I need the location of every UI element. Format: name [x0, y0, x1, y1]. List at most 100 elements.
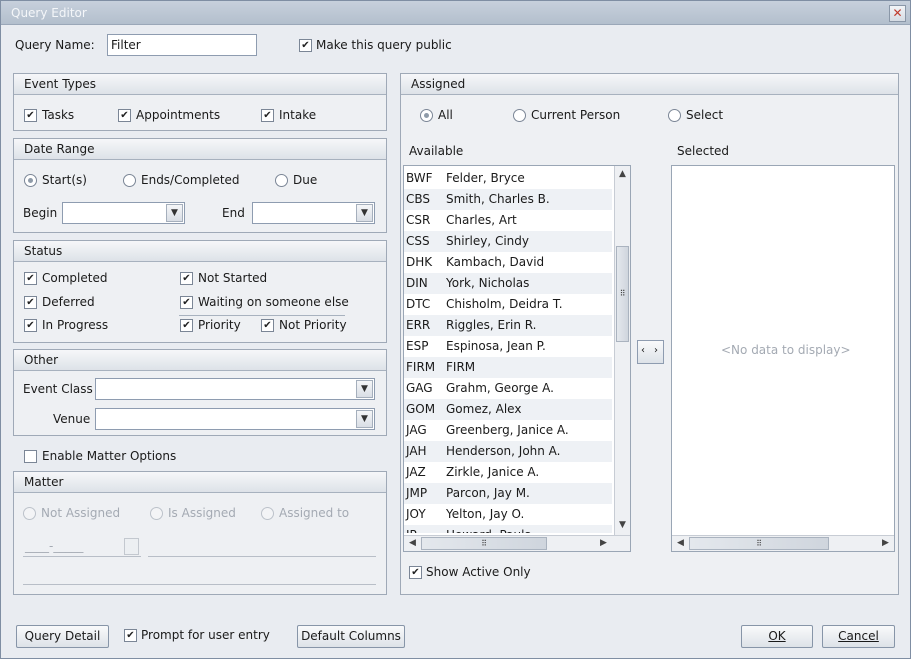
appointments-label: Appointments: [136, 108, 221, 122]
ends-completed-radio[interactable]: [123, 174, 136, 187]
default-columns-button[interactable]: Default Columns: [297, 625, 405, 648]
event-class-combo[interactable]: ▼: [95, 378, 375, 400]
available-hscroll[interactable]: ◀ ⠿ ▶: [404, 535, 630, 551]
event-types-group: Event Types: [13, 73, 387, 131]
matter-lookup-button[interactable]: [124, 538, 139, 555]
scroll-up-icon[interactable]: ▲: [615, 167, 630, 182]
assigned-header: Assigned: [401, 74, 898, 95]
make-public-checkbox[interactable]: ✔: [299, 39, 312, 52]
query-name-input[interactable]: Filter: [107, 34, 257, 56]
due-radio[interactable]: [275, 174, 288, 187]
tasks-checkbox[interactable]: ✔: [24, 109, 37, 122]
list-item[interactable]: GOM Gomez, Alex: [404, 399, 612, 420]
prompt-label: Prompt for user entry: [141, 628, 270, 642]
matter-number-field[interactable]: ____-_____: [23, 536, 141, 557]
available-hscroll-thumb[interactable]: ⠿: [421, 537, 547, 550]
in-progress-checkbox[interactable]: ✔: [24, 319, 37, 332]
show-active-checkbox[interactable]: ✔: [409, 566, 422, 579]
list-item[interactable]: JAG Greenberg, Janice A.: [404, 420, 612, 441]
list-item[interactable]: ERR Riggles, Erin R.: [404, 315, 612, 336]
assigned-all-radio[interactable]: [420, 109, 433, 122]
list-item[interactable]: DTC Chisholm, Deidra T.: [404, 294, 612, 315]
item-code: CSS: [406, 234, 430, 248]
list-item[interactable]: BWF Felder, Bryce: [404, 168, 612, 189]
end-label: End: [222, 206, 245, 220]
scroll-down-icon[interactable]: ▼: [615, 518, 630, 533]
item-code: ESP: [406, 339, 429, 353]
selected-hscroll-thumb[interactable]: ⠿: [689, 537, 829, 550]
venue-label: Venue: [53, 412, 91, 426]
selected-list[interactable]: <No data to display> ◀ ⠿ ▶: [671, 165, 895, 552]
end-date-combo[interactable]: ▼: [252, 202, 375, 224]
list-item[interactable]: ESP Espinosa, Jean P.: [404, 336, 612, 357]
item-code: DIN: [406, 276, 428, 290]
start-radio[interactable]: [24, 174, 37, 187]
appointments-checkbox[interactable]: ✔: [118, 109, 131, 122]
current-person-radio[interactable]: [513, 109, 526, 122]
list-item[interactable]: DHK Kambach, David: [404, 252, 612, 273]
assigned-to-radio[interactable]: [261, 507, 274, 520]
matter-assignee-field[interactable]: [23, 564, 376, 585]
select-radio[interactable]: [668, 109, 681, 122]
scroll-right-icon[interactable]: ▶: [596, 536, 611, 551]
list-item[interactable]: CBS Smith, Charles B.: [404, 189, 612, 210]
not-assigned-label: Not Assigned: [41, 506, 121, 520]
query-name-label: Query Name:: [15, 38, 95, 52]
priority-checkbox[interactable]: ✔: [180, 319, 193, 332]
list-item[interactable]: JP Howard, Paula: [404, 525, 612, 533]
matter-header: Matter: [14, 472, 386, 493]
scroll-left-icon[interactable]: ◀: [405, 536, 420, 551]
available-list[interactable]: BWF Felder, Bryce CBS Smith, Charles B. CSR C…: [403, 165, 631, 552]
list-item[interactable]: JAZ Zirkle, Janice A.: [404, 462, 612, 483]
list-item[interactable]: DIN York, Nicholas: [404, 273, 612, 294]
intake-checkbox[interactable]: ✔: [261, 109, 274, 122]
list-item[interactable]: JMP Parcon, Jay M.: [404, 483, 612, 504]
begin-label: Begin: [23, 206, 58, 220]
ok-button[interactable]: OK: [741, 625, 813, 648]
deferred-checkbox[interactable]: ✔: [24, 296, 37, 309]
title-bar: Query Editor ✕: [1, 1, 910, 25]
item-code: ERR: [406, 318, 431, 332]
scroll-right-icon[interactable]: ▶: [878, 536, 893, 551]
waiting-checkbox[interactable]: ✔: [180, 296, 193, 309]
waiting-label: Waiting on someone else: [198, 295, 349, 309]
query-detail-button[interactable]: Query Detail: [16, 625, 109, 648]
completed-label: Completed: [42, 271, 108, 285]
chevron-down-icon[interactable]: ▼: [356, 410, 373, 428]
list-item[interactable]: CSR Charles, Art: [404, 210, 612, 231]
completed-checkbox[interactable]: ✔: [24, 272, 37, 285]
prompt-checkbox[interactable]: ✔: [124, 629, 137, 642]
list-item[interactable]: JOY Yelton, Jay O.: [404, 504, 612, 525]
intake-label: Intake: [279, 108, 317, 122]
chevron-down-icon[interactable]: ▼: [166, 204, 183, 222]
available-vscroll[interactable]: ▲ ⠿ ▼: [614, 166, 630, 535]
selected-hscroll[interactable]: ◀ ⠿ ▶: [672, 535, 894, 551]
not-priority-checkbox[interactable]: ✔: [261, 319, 274, 332]
chevron-down-icon[interactable]: ▼: [356, 380, 373, 398]
list-item[interactable]: JAH Henderson, John A.: [404, 441, 612, 462]
item-name: Felder, Bryce: [446, 171, 525, 185]
in-progress-label: In Progress: [42, 318, 109, 332]
chevron-down-icon[interactable]: ▼: [356, 204, 373, 222]
assigned-all-label: All: [438, 108, 453, 122]
venue-combo[interactable]: ▼: [95, 408, 375, 430]
move-left-button[interactable]: ‹: [641, 345, 645, 356]
list-item[interactable]: FIRM FIRM: [404, 357, 612, 378]
item-name: Chisholm, Deidra T.: [446, 297, 563, 311]
move-right-button[interactable]: ›: [654, 345, 658, 356]
cancel-button[interactable]: Cancel: [822, 625, 895, 648]
item-name: Howard, Paula: [446, 525, 532, 533]
begin-date-combo[interactable]: ▼: [62, 202, 185, 224]
list-item[interactable]: GAG Grahm, George A.: [404, 378, 612, 399]
list-item[interactable]: CSS Shirley, Cindy: [404, 231, 612, 252]
scroll-left-icon[interactable]: ◀: [673, 536, 688, 551]
available-vscroll-thumb[interactable]: ⠿: [616, 246, 629, 342]
matter-description-field[interactable]: [148, 536, 376, 557]
event-types-header: Event Types: [14, 74, 386, 95]
enable-matter-checkbox[interactable]: [24, 450, 37, 463]
not-assigned-radio[interactable]: [23, 507, 36, 520]
not-started-checkbox[interactable]: ✔: [180, 272, 193, 285]
item-name: Shirley, Cindy: [446, 234, 529, 248]
close-button[interactable]: ✕: [889, 5, 906, 22]
is-assigned-radio[interactable]: [150, 507, 163, 520]
